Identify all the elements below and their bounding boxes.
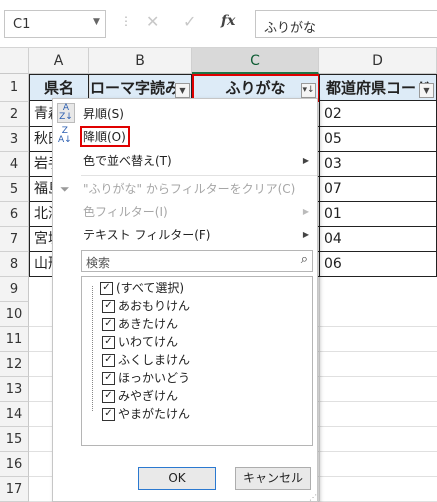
checkbox-checked-icon[interactable]: ✓ (102, 372, 115, 385)
row-header[interactable]: 11 (0, 327, 29, 352)
clear-filter-icon: ⏷ (60, 182, 70, 196)
cell-a[interactable]: 山形 (30, 252, 54, 277)
row-header[interactable]: 15 (0, 427, 29, 452)
cancel-button[interactable]: キャンセル (235, 467, 311, 490)
tree-line (92, 286, 93, 411)
menu-item-text-filter[interactable]: テキスト フィルター(F) ▶ (53, 224, 317, 246)
separator-handle-icon[interactable]: ⋮ (120, 14, 132, 28)
highlight-box (80, 126, 130, 147)
enter-icon: ✓ (183, 12, 197, 31)
sort-ascending-icon: A Z↓ (57, 103, 75, 123)
chevron-down-icon[interactable]: ▼ (93, 17, 100, 27)
sort-descending-icon: Z A↓ (58, 126, 72, 145)
cell-a[interactable]: 秋田 (30, 127, 54, 152)
list-item-label: みやぎけん (118, 389, 179, 403)
menu-item-label: 色フィルター(I) (83, 205, 168, 219)
header-label: 都道府県コード (326, 79, 432, 97)
row-header[interactable]: 3 (0, 127, 29, 152)
menu-divider (81, 175, 317, 176)
formula-value: ふりがな (264, 21, 317, 36)
cell-a[interactable]: 岩手 (30, 152, 54, 177)
ok-button[interactable]: OK (138, 467, 216, 490)
list-item-label: あおもりけん (118, 299, 191, 313)
checkbox-checked-icon[interactable]: ✓ (102, 336, 115, 349)
row-header[interactable]: 2 (0, 102, 29, 127)
search-placeholder: 検索 (86, 256, 111, 270)
filter-search-input[interactable]: 検索 ⌕ (81, 250, 313, 272)
cell-d[interactable]: 05 (320, 127, 436, 152)
row-header[interactable]: 14 (0, 402, 29, 427)
name-box[interactable]: C1 ▼ (4, 10, 106, 38)
cell-d[interactable]: 02 (320, 102, 436, 127)
column-header-a[interactable]: A (29, 48, 89, 74)
header-label: 県名 (43, 79, 74, 97)
cell-a[interactable]: 青森 (30, 102, 54, 127)
row-header[interactable]: 9 (0, 277, 29, 302)
cell-d[interactable]: 01 (320, 202, 436, 227)
menu-item-sort-by-color[interactable]: 色で並べ替え(T) ▶ (53, 150, 317, 172)
cell-a[interactable]: 北海 (30, 202, 54, 227)
row-header[interactable]: 17 (0, 477, 29, 502)
cancel-icon: ✕ (146, 12, 160, 31)
menu-item-label: "ふりがな" からフィルターをクリア(C) (83, 182, 296, 196)
checkbox-checked-icon[interactable]: ✓ (102, 318, 115, 331)
formula-input[interactable]: ふりがな (255, 10, 437, 38)
insert-function-icon[interactable]: fx (221, 13, 235, 29)
cell-d[interactable]: 07 (320, 177, 436, 202)
row-header[interactable]: 6 (0, 202, 29, 227)
checkbox-checked-icon[interactable]: ✓ (102, 300, 115, 313)
row-header[interactable]: 12 (0, 352, 29, 377)
filter-dropdown-icon[interactable]: ▼ (419, 83, 434, 98)
autofilter-menu: A Z↓ 昇順(S) Z A↓ 降順(O) 色で並べ替え(T) ▶ ⏷ "ふりがな"… (52, 98, 318, 502)
row-header[interactable]: 4 (0, 152, 29, 177)
submenu-arrow-icon: ▶ (302, 207, 309, 216)
resize-grip-icon[interactable]: ⋰ (309, 493, 317, 502)
column-header-c[interactable]: C (192, 48, 319, 74)
row-header[interactable]: 10 (0, 302, 29, 327)
row-header[interactable]: 5 (0, 177, 29, 202)
cell-d[interactable]: 03 (320, 152, 436, 177)
select-all-corner[interactable] (0, 48, 29, 74)
cell-a[interactable]: 福島 (30, 177, 54, 202)
submenu-arrow-icon: ▶ (302, 230, 309, 239)
checkbox-checked-icon[interactable]: ✓ (102, 408, 115, 421)
cell-d[interactable]: 06 (320, 252, 436, 277)
menu-item-color-filter[interactable]: 色フィルター(I) ▶ (53, 201, 317, 223)
row-header[interactable]: 8 (0, 252, 29, 277)
list-item-label: ふくしまけん (118, 353, 191, 367)
cell-d[interactable]: 04 (320, 227, 436, 252)
checkbox-checked-icon[interactable]: ✓ (100, 282, 113, 295)
search-icon: ⌕ (300, 252, 308, 267)
list-item-label: やまがたけん (118, 407, 191, 421)
column-header-b[interactable]: B (89, 48, 192, 74)
list-item-label: (すべて選択) (116, 281, 185, 295)
list-item-label: ほっかいどう (118, 371, 191, 385)
row-header[interactable]: 16 (0, 452, 29, 477)
menu-item-clear-filter[interactable]: ⏷ "ふりがな" からフィルターをクリア(C) (53, 178, 317, 200)
row-header[interactable]: 1 (0, 74, 29, 102)
row-header[interactable]: 13 (0, 377, 29, 402)
menu-item-label: テキスト フィルター(F) (83, 228, 211, 242)
checkbox-checked-icon[interactable]: ✓ (102, 354, 115, 367)
list-item-label: いわてけん (118, 335, 179, 349)
checkbox-checked-icon[interactable]: ✓ (102, 390, 115, 403)
menu-item-label: 色で並べ替え(T) (83, 154, 172, 168)
list-item-label: あきたけん (118, 317, 179, 331)
header-label: ローマ字読み (90, 79, 181, 97)
filter-dropdown-icon[interactable]: ▼ (175, 83, 190, 98)
name-box-value: C1 (13, 17, 31, 32)
filter-values-list: ✓ (すべて選択) ✓ あおもりけん ✓ あきたけん ✓ いわてけん ✓ ふくし… (81, 276, 313, 446)
column-header-d[interactable]: D (319, 48, 437, 74)
formula-bar: C1 ▼ ⋮ ✕ ✓ fx ふりがな (0, 0, 437, 48)
menu-item-sort-ascending[interactable]: A Z↓ 昇順(S) (53, 103, 317, 125)
submenu-arrow-icon: ▶ (302, 156, 309, 165)
row-header[interactable]: 7 (0, 227, 29, 252)
cell-a[interactable]: 宮城 (30, 227, 54, 252)
menu-item-label: 昇順(S) (83, 107, 124, 121)
